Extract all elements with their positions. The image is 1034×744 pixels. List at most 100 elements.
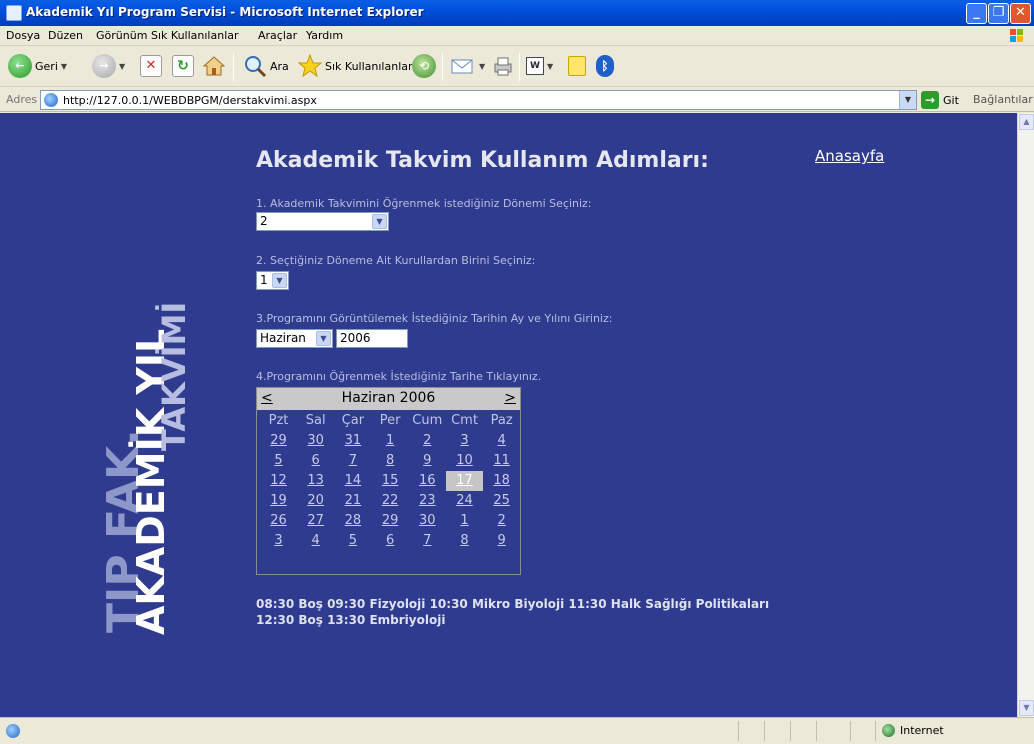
calendar-day[interactable]: 30 [297,431,334,451]
forward-button[interactable]: → ▼ [92,47,125,85]
back-arrow-icon: ← [8,54,32,78]
status-bar: Internet [0,717,1034,744]
menu-bar: Dosya Düzen Görünüm Sık Kullanılanlar Ar… [0,26,1034,46]
forward-arrow-icon: → [92,54,116,78]
calendar-day[interactable]: 2 [483,511,520,531]
history-button[interactable]: ⟲ [412,47,436,85]
step2-label: 2. Seçtiğiniz Döneme Ait Kurullardan Bir… [256,254,536,267]
calendar-day[interactable]: 31 [334,431,371,451]
calendar-day[interactable]: 8 [446,531,483,551]
calendar-day[interactable]: 30 [409,511,446,531]
year-input[interactable]: 2006 [336,329,408,348]
calendar-day[interactable]: 6 [372,531,409,551]
calendar-day[interactable]: 1 [372,431,409,451]
calendar-weekday-header: Sal [305,413,326,428]
ie-app-icon [6,5,22,21]
maximize-button[interactable]: ❐ [988,3,1009,24]
calendar-day[interactable]: 3 [260,531,297,551]
calendar-day[interactable]: 5 [260,451,297,471]
print-button[interactable] [491,47,515,85]
menu-dosya[interactable]: Dosya [6,29,40,42]
calendar-day[interactable]: 8 [372,451,409,471]
go-button[interactable]: → Git [921,91,959,109]
star-icon [298,54,322,78]
search-button[interactable]: Ara [243,47,289,85]
links-toolbar[interactable]: Bağlantılar [973,93,1033,106]
calendar-day[interactable]: 2 [409,431,446,451]
status-pane [790,721,791,741]
calendar-day[interactable]: 24 [446,491,483,511]
calendar-day[interactable]: 15 [372,471,409,491]
calendar-day[interactable]: 7 [334,451,371,471]
scroll-up-icon[interactable]: ▲ [1019,114,1034,130]
calendar-day[interactable]: 28 [334,511,371,531]
mail-icon [451,59,473,74]
calendar-day[interactable]: 9 [483,531,520,551]
calendar-day[interactable]: 25 [483,491,520,511]
menu-favorites[interactable]: Sık Kullanılanlar [151,29,239,42]
semester-select[interactable]: 2 ▼ [256,212,389,231]
toolbar-separator [442,53,443,81]
chevron-down-icon: ▼ [60,61,68,71]
step3-label: 3.Programını Görüntülemek İstediğiniz Ta… [256,312,613,325]
favorites-button[interactable]: Sık Kullanılanlar [298,47,413,85]
calendar-day[interactable]: 6 [297,451,334,471]
home-icon [202,56,226,76]
calendar-day[interactable]: 4 [297,531,334,551]
stop-button[interactable]: ✕ [140,47,162,85]
calendar-day[interactable]: 4 [483,431,520,451]
security-zone: Internet [900,724,944,737]
vertical-scrollbar[interactable]: ▲ ▼ [1017,113,1034,717]
address-dropdown-button[interactable]: ▼ [899,91,916,109]
back-button[interactable]: ← Geri ▼ [8,47,67,85]
page-icon [44,93,58,107]
home-button[interactable] [202,47,226,85]
calendar-day[interactable]: 23 [409,491,446,511]
calendar-day[interactable]: 10 [446,451,483,471]
calendar-day[interactable]: 9 [409,451,446,471]
calendar-day[interactable]: 20 [297,491,334,511]
step1-label: 1. Akademik Takvimini Öğrenmek istediğin… [256,197,592,210]
notes-button[interactable] [568,47,586,85]
close-button[interactable]: ✕ [1010,3,1031,24]
committee-select[interactable]: 1 ▼ [256,271,289,290]
edit-button[interactable]: W ▼ [526,47,553,85]
stop-icon: ✕ [140,55,162,77]
calendar-day[interactable]: 7 [409,531,446,551]
calendar-day[interactable]: 5 [334,531,371,551]
calendar-day[interactable]: 16 [409,471,446,491]
status-pane [875,721,876,741]
status-pane [850,721,851,741]
next-month-link[interactable]: > [504,390,516,406]
minimize-button[interactable]: _ [966,3,987,24]
menu-araclar[interactable]: Araçlar [258,29,297,42]
address-input[interactable]: http://127.0.0.1/WEBDBPGM/derstakvimi.as… [40,90,917,110]
mail-button[interactable]: ▼ [450,47,485,85]
calendar-day[interactable]: 1 [446,511,483,531]
calendar-day[interactable]: 11 [483,451,520,471]
bluetooth-button[interactable]: ᛒ [596,47,614,85]
calendar-day[interactable]: 3 [446,431,483,451]
calendar-day[interactable]: 19 [260,491,297,511]
calendar-day[interactable]: 29 [372,511,409,531]
menu-duzen[interactable]: Düzen [48,29,83,42]
calendar-day[interactable]: 27 [297,511,334,531]
schedule-line: 08:30 Boş 09:30 Fizyoloji 10:30 Mikro Bi… [256,597,770,611]
menu-gorunum[interactable]: Görünüm [96,29,147,42]
calendar-day[interactable]: 14 [334,471,371,491]
refresh-button[interactable]: ↻ [172,47,194,85]
calendar-day[interactable]: 26 [260,511,297,531]
scroll-down-icon[interactable]: ▼ [1019,700,1034,716]
calendar-day[interactable]: 17 [446,471,483,491]
calendar-day[interactable]: 21 [334,491,371,511]
chevron-down-icon: ▼ [316,331,331,346]
calendar-day[interactable]: 18 [483,471,520,491]
month-select[interactable]: Haziran ▼ [256,329,333,348]
calendar-day[interactable]: 12 [260,471,297,491]
home-link[interactable]: Anasayfa [815,147,884,165]
menu-yardim[interactable]: Yardım [306,29,343,42]
calendar-weekday-header: Pzt [268,413,289,428]
calendar-day[interactable]: 13 [297,471,334,491]
calendar-day[interactable]: 22 [372,491,409,511]
calendar-day[interactable]: 29 [260,431,297,451]
